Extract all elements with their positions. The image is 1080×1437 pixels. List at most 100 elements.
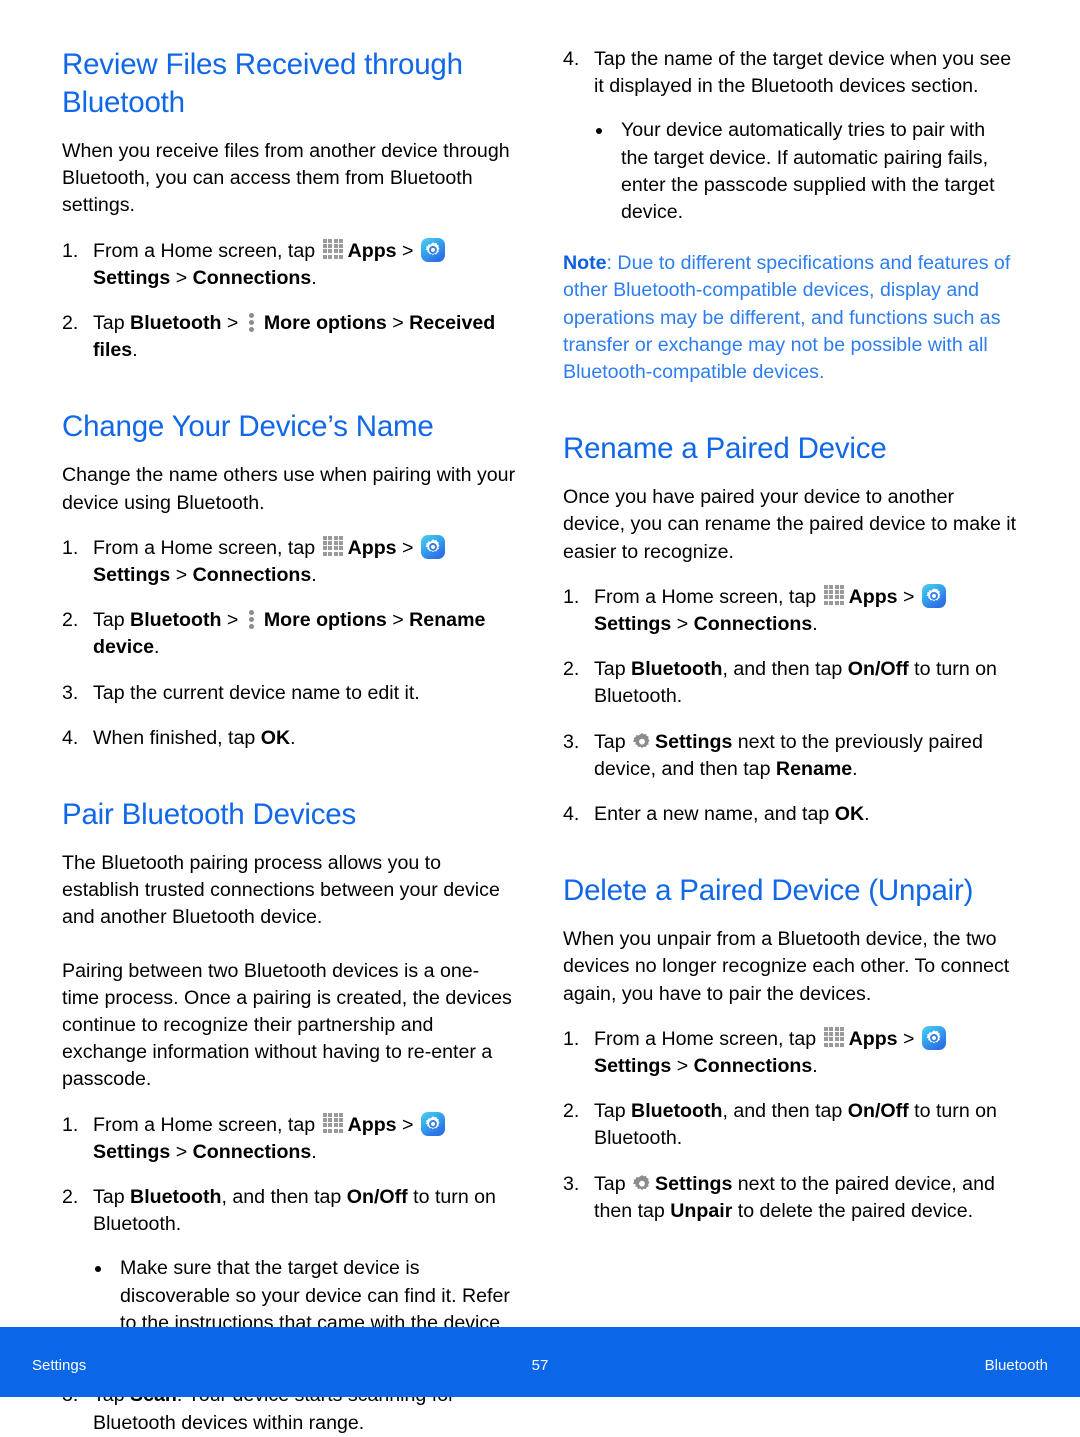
step-tail-bold: Connections	[192, 564, 312, 587]
section-intro-rename-paired-device: Once you have paired your device to anot…	[563, 486, 1017, 563]
step-number: 4.	[62, 726, 79, 749]
step-mid-2: >	[386, 609, 410, 632]
step-sep: >	[396, 536, 419, 559]
settings-label: Settings	[93, 564, 171, 587]
settings-app-icon	[420, 1111, 445, 1136]
step-mid: , and then tap	[221, 1186, 347, 1209]
step-text: Tap the current device name to edit it.	[93, 681, 420, 704]
step-sep: >	[897, 585, 920, 608]
step-tail: >	[671, 1055, 694, 1078]
settings-app-icon	[921, 583, 946, 608]
step-tail-bold: Connections	[192, 266, 312, 289]
apps-label: Apps	[347, 239, 397, 262]
note-callout: Note: Due to different specifications an…	[563, 250, 1017, 386]
two-column-layout: Review Files Received through Bluetooth …	[62, 46, 1018, 1437]
step-tail-end: .	[290, 726, 296, 749]
step-number: 2.	[563, 658, 580, 681]
apps-label: Apps	[347, 536, 397, 559]
step-tail-end: .	[812, 613, 818, 636]
section-heading-pair-bluetooth-devices: Pair Bluetooth Devices	[62, 798, 357, 832]
step-text: Tap the name of the target device when y…	[594, 48, 1012, 98]
step-item: 3. Tap the current device name to edit it…	[62, 680, 516, 707]
step-number: 1.	[62, 1113, 79, 1136]
step-tail-end: .	[311, 266, 317, 289]
step-number: 1.	[563, 1027, 580, 1050]
section-intro-change-device-name: Change the name others use when pairing …	[62, 464, 516, 514]
step-bullet-list: Your device automatically tries to pair …	[594, 117, 1017, 226]
step-item: 1. From a Home screen, tap Apps > Setting…	[563, 583, 1017, 638]
section-heading-delete-paired-device: Delete a Paired Device (Unpair)	[563, 874, 974, 908]
step-bold-1: Bluetooth	[130, 312, 222, 335]
apps-label: Apps	[848, 1027, 898, 1050]
step-mid: >	[221, 609, 244, 632]
step-bold-1: Bluetooth	[130, 609, 222, 632]
section-intro-delete-paired-device: When you unpair from a Bluetooth device,…	[563, 928, 1010, 1005]
step-tail-end: .	[812, 1055, 818, 1078]
note-label: Note	[563, 252, 607, 275]
more-options-icon	[248, 312, 257, 333]
step-tail-bold: Connections	[693, 613, 813, 636]
step-item: 4. When finished, tap OK.	[62, 725, 516, 752]
apps-label: Apps	[848, 585, 898, 608]
step-text-pre: Tap	[93, 609, 131, 632]
step-mid: >	[221, 312, 244, 335]
apps-grid-icon	[322, 1112, 345, 1134]
gear-settings-label: Settings	[655, 730, 733, 753]
gear-settings-label: Settings	[655, 1172, 733, 1195]
step-text-pre: Tap	[594, 1100, 632, 1123]
step-text-pre: Tap	[93, 1186, 131, 1209]
step-text-pre: From a Home screen, tap	[93, 1113, 321, 1136]
step-bold-1: OK	[260, 726, 291, 749]
apps-grid-icon	[322, 535, 345, 557]
bullet-item: Your device automatically tries to pair …	[594, 117, 1017, 226]
step-text-pre: From a Home screen, tap	[594, 1027, 822, 1050]
step-bold-2: On/Off	[346, 1186, 408, 1209]
step-bold-2: Rename	[775, 757, 853, 780]
more-options-label: More options	[263, 609, 387, 632]
section-heading-review-files: Review Files Received through Bluetooth	[62, 48, 463, 119]
step-text-pre: From a Home screen, tap	[594, 585, 822, 608]
page-footer: Settings 57 Bluetooth	[0, 1327, 1080, 1397]
step-mid: , and then tap	[722, 1100, 848, 1123]
step-item: 1. From a Home screen, tap Apps > Setting…	[62, 1111, 516, 1166]
apps-grid-icon	[823, 584, 846, 606]
step-tail-plain: to delete the paired device.	[732, 1199, 974, 1222]
step-tail: >	[170, 564, 193, 587]
settings-app-icon	[921, 1025, 946, 1050]
step-text-pre: Enter a new name, and tap	[594, 803, 835, 826]
step-bold-1: Bluetooth	[130, 1186, 222, 1209]
step-bold-2: Unpair	[670, 1199, 733, 1222]
left-column: Review Files Received through Bluetooth …	[62, 46, 516, 1437]
step-tail: >	[170, 266, 193, 289]
section-rename-paired-device: Rename a Paired Device Once you have pai…	[563, 430, 1017, 828]
right-column: 4. Tap the name of the target device when…	[563, 46, 1017, 1437]
step-text-pre: From a Home screen, tap	[93, 536, 321, 559]
step-sep: >	[396, 1113, 419, 1136]
step-item: 4. Enter a new name, and tap OK.	[563, 801, 1017, 828]
step-item: 3. Tap Settings next to the paired device…	[563, 1171, 1017, 1225]
step-item: 1. From a Home screen, tap Apps > Setting…	[62, 534, 516, 589]
step-text-pre: Tap	[594, 1172, 632, 1195]
step-item: 2. Tap Bluetooth, and then tap On/Off to …	[563, 1098, 1017, 1152]
gear-icon	[632, 1174, 650, 1190]
step-bold-2: On/Off	[847, 1100, 909, 1123]
step-item: 2. Tap Bluetooth > More options > Rename …	[62, 607, 516, 661]
step-bold-1: OK	[834, 803, 865, 826]
gear-icon	[632, 732, 650, 748]
step-item: 4. Tap the name of the target device when…	[563, 46, 1017, 226]
step-item: 2. Tap Bluetooth > More options > Receive…	[62, 310, 516, 364]
steps-change-device-name: 1. From a Home screen, tap Apps > Setting…	[62, 534, 516, 752]
steps-delete-paired-device: 1. From a Home screen, tap Apps > Setting…	[563, 1025, 1017, 1225]
step-text-pre: When finished, tap	[93, 726, 261, 749]
note-text: : Due to different specifications and fe…	[563, 252, 1011, 384]
step-bold-1: Bluetooth	[631, 1100, 723, 1123]
apps-label: Apps	[347, 1113, 397, 1136]
settings-label: Settings	[93, 1140, 171, 1163]
step-number: 4.	[563, 48, 580, 70]
section-intro-pair-bluetooth-devices: The Bluetooth pairing process allows you…	[62, 852, 500, 929]
section-change-device-name: Change Your Device’s Name Change the nam…	[62, 408, 516, 752]
section-delete-paired-device: Delete a Paired Device (Unpair) When you…	[563, 872, 1017, 1225]
section-intro2-pair-bluetooth-devices: Pairing between two Bluetooth devices is…	[62, 959, 512, 1091]
